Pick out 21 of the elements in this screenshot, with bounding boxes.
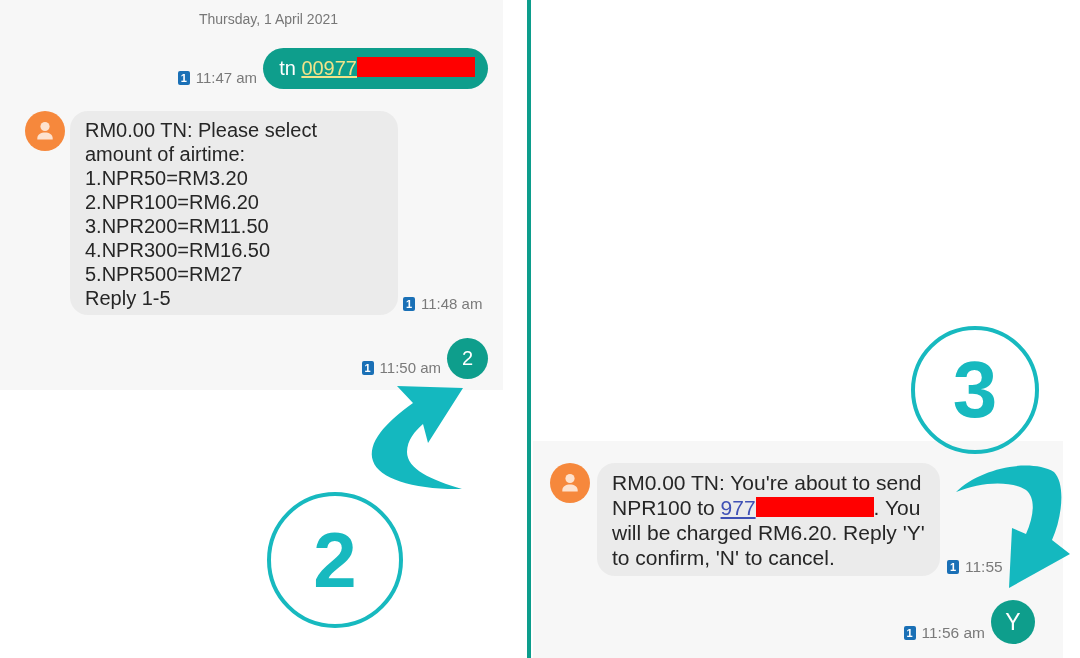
- message-text: Y: [1005, 608, 1021, 636]
- avatar-icon: [550, 463, 590, 503]
- sim-badge: 1: [947, 560, 959, 574]
- message-time: 11:56 am: [921, 624, 985, 642]
- message-time: 11:47 am: [195, 69, 258, 87]
- message-link[interactable]: 977: [720, 496, 756, 519]
- step-marker: 2: [267, 492, 403, 628]
- message-text: RM0.00 TN: You're about to send NPR100 to 977 . You will be charged RM6.20. Reply 'Y' to confirm, 'N' to cancel.: [612, 471, 925, 569]
- message-time: 11:48 am: [421, 295, 483, 313]
- sim-badge: 1: [177, 71, 190, 85]
- date-header: Thursday, 1 April 2021: [197, 10, 339, 28]
- message-time: 11:50 am: [379, 359, 441, 377]
- sim-badge: 1: [903, 626, 916, 640]
- message-text: RM0.00 TN: Please select amount of airtime: 1.NPR50=RM3.20 2.NPR100=RM6.20 3.NPR200=RM11.50 4.NPR300=RM16.50 5.NPR500=RM27 Reply 1-5: [85, 119, 317, 309]
- avatar-icon: [25, 111, 65, 151]
- sim-badge: 1: [361, 361, 374, 375]
- message-text: tn 00977: [279, 57, 475, 80]
- sim-badge: 1: [403, 297, 415, 311]
- step-marker: 3: [911, 326, 1039, 454]
- message-time: 11:55: [965, 558, 1003, 576]
- message-text: 2: [461, 347, 474, 370]
